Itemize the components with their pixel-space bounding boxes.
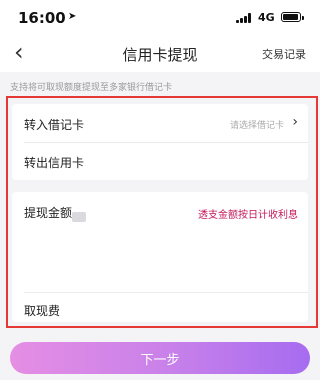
status-bar: 16:00 ➤ 4G <box>0 0 320 36</box>
redacted-mark <box>72 212 86 222</box>
divider <box>24 292 308 293</box>
debit-card-label: 转入借记卡 <box>24 118 85 132</box>
network-type: 4G <box>258 11 275 24</box>
battery-icon <box>281 12 304 22</box>
credit-card-label: 转出信用卡 <box>24 156 85 170</box>
amount-label: 提现金额 <box>24 206 73 220</box>
next-step-button[interactable]: 下一步 <box>10 342 310 374</box>
transaction-records-link[interactable]: 交易记录 <box>262 46 306 62</box>
signal-bars-icon <box>236 13 254 23</box>
status-time: 16:00 <box>18 9 66 27</box>
nav-bar: ‹ 信用卡提现 交易记录 <box>0 36 320 72</box>
credit-card-row[interactable]: 转出信用卡 <box>12 142 308 180</box>
card-selection-panel: 转入借记卡 请选择借记卡 › 转出信用卡 <box>12 104 308 180</box>
amount-input[interactable] <box>24 236 298 284</box>
amount-panel: 提现金额 透支金额按日计收利息 取现费 <box>12 192 308 322</box>
fee-label: 取现费 <box>24 304 61 318</box>
chevron-right-icon: › <box>292 114 298 130</box>
interest-info-link[interactable]: 透支金额按日计收利息 <box>198 206 298 221</box>
debit-card-placeholder: 请选择借记卡 <box>229 121 284 131</box>
hint-text: 支持将可取现额度提现至多家银行借记卡 <box>10 83 173 93</box>
debit-card-row[interactable]: 转入借记卡 请选择借记卡 › <box>12 104 308 142</box>
location-arrow-icon: ➤ <box>68 11 77 22</box>
